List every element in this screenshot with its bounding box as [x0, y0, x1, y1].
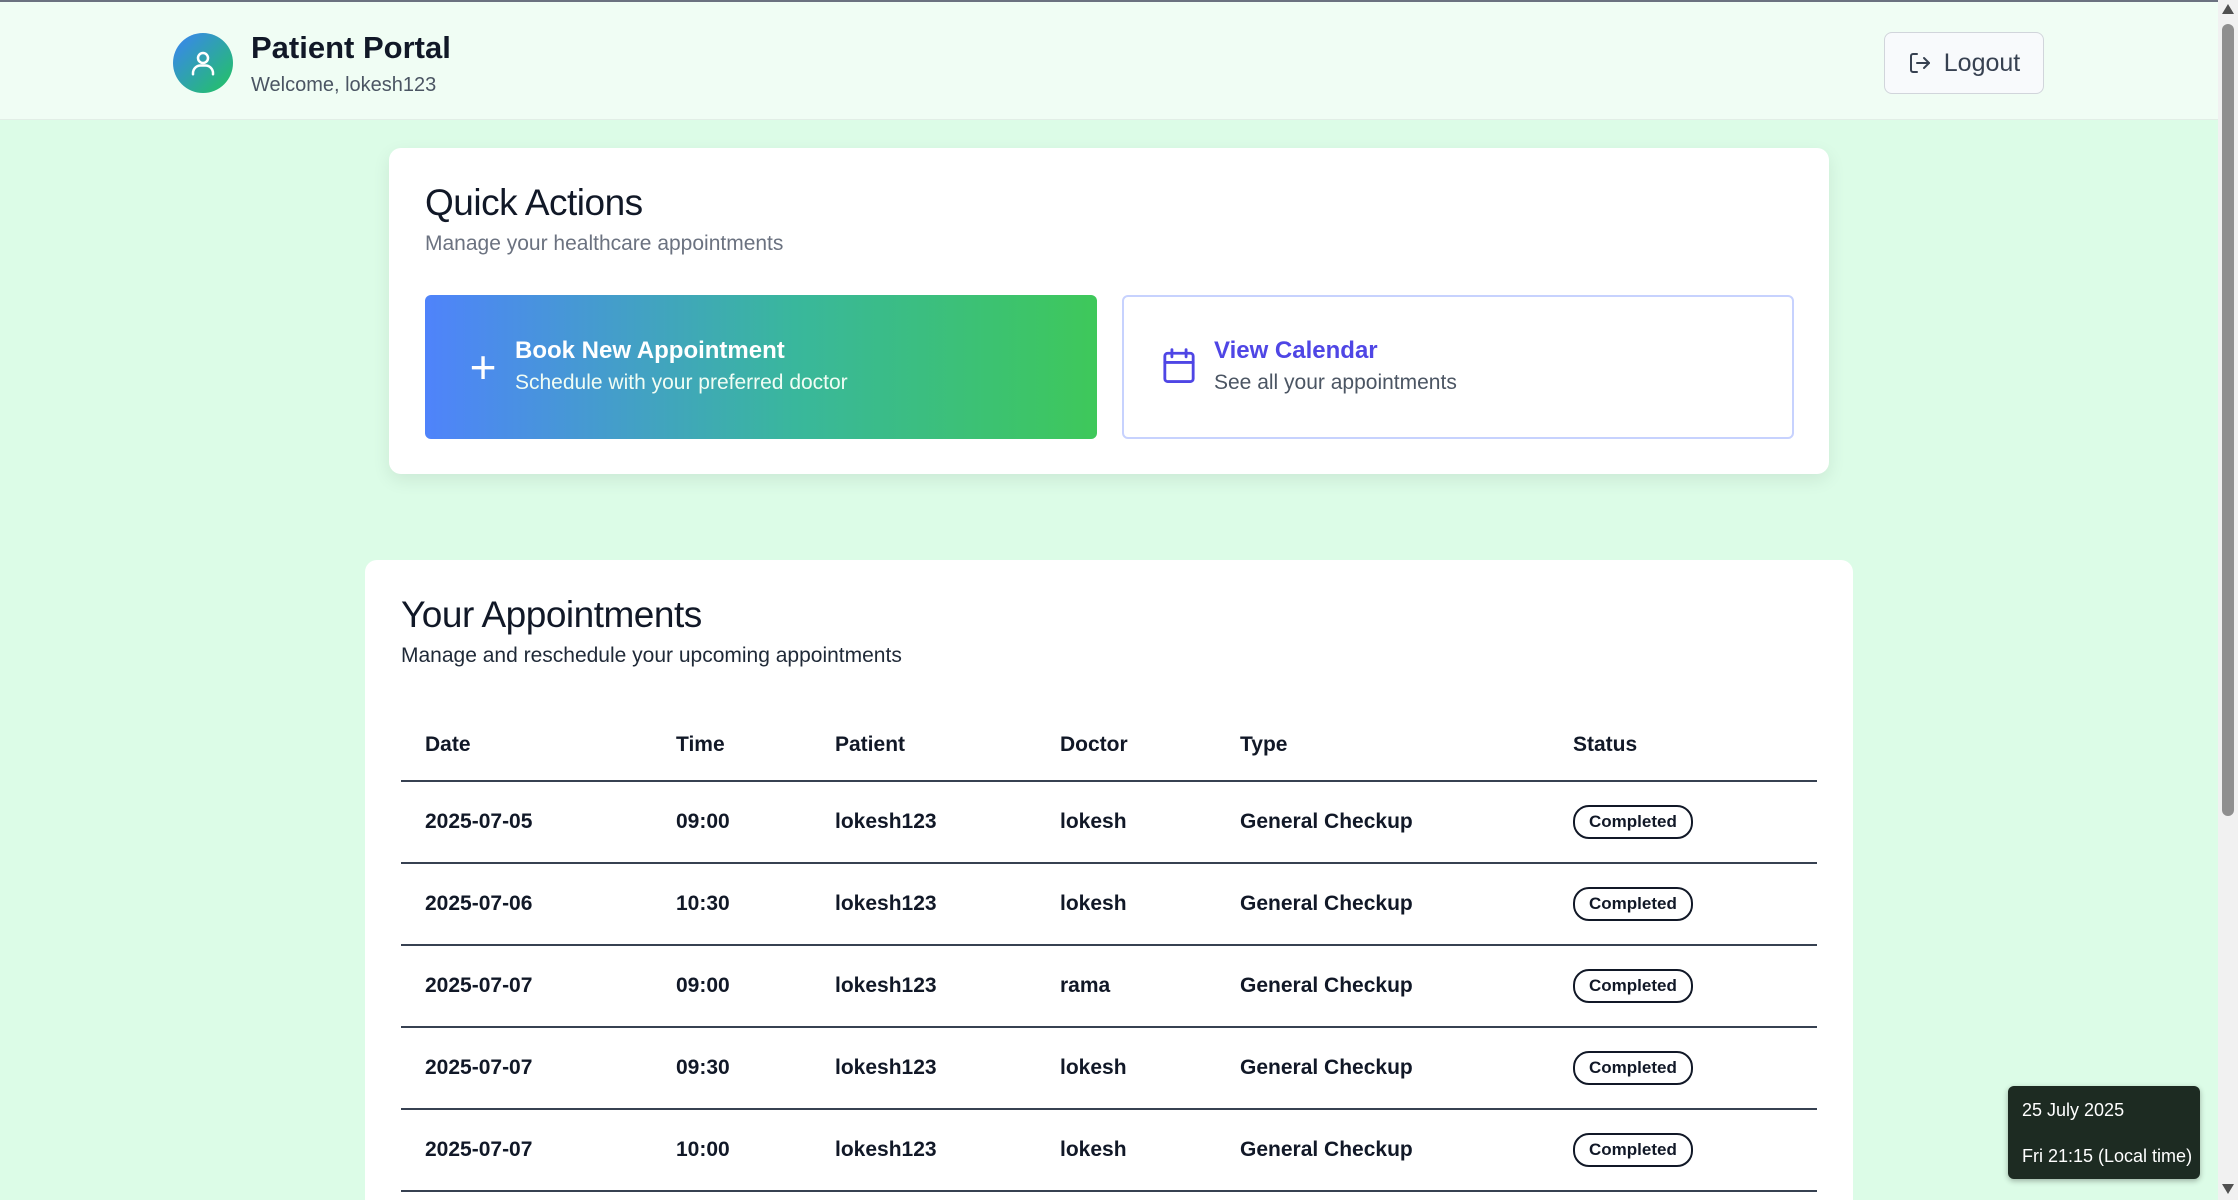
cell-status: Completed — [1549, 781, 1817, 864]
appointments-card: Your Appointments Manage and reschedule … — [365, 560, 1853, 1200]
cell-time: 10:00 — [652, 1109, 811, 1192]
cell-patient: lokesh123 — [811, 945, 1036, 1028]
cell-status: Completed — [1549, 863, 1817, 946]
cell-type: General Checkup — [1216, 863, 1549, 946]
cell-date: 2025-07-07 — [401, 945, 652, 1028]
app-header: Patient Portal Welcome, lokesh123 Logout — [0, 0, 2218, 120]
view-calendar-button[interactable]: View Calendar See all your appointments — [1122, 295, 1794, 439]
user-icon — [191, 51, 215, 76]
book-appointment-title: Book New Appointment — [515, 337, 785, 364]
calendar-icon — [1163, 348, 1195, 383]
appointments-subtitle: Manage and reschedule your upcoming appo… — [401, 644, 902, 667]
quick-actions-title: Quick Actions — [425, 182, 643, 223]
table-row: 2025-07-07 09:30 lokesh123 lokesh Genera… — [401, 1027, 1817, 1110]
view-calendar-subtitle: See all your appointments — [1214, 371, 1457, 394]
scroll-up-arrow-icon[interactable] — [2222, 4, 2234, 14]
cell-type: General Checkup — [1216, 781, 1549, 864]
column-header-patient: Patient — [811, 710, 1036, 782]
cell-doctor: lokesh — [1036, 863, 1216, 946]
clock-date: 25 July 2025 — [2022, 1100, 2125, 1120]
cell-status: Completed — [1549, 945, 1817, 1028]
cell-patient: lokesh123 — [811, 1027, 1036, 1110]
cell-doctor: lokesh — [1036, 1027, 1216, 1110]
scrollbar-thumb[interactable] — [2222, 24, 2234, 816]
cell-status: Completed — [1549, 1109, 1817, 1192]
scroll-down-arrow-icon[interactable] — [2222, 1184, 2234, 1194]
table-row: 2025-07-06 10:30 lokesh123 lokesh Genera… — [401, 863, 1817, 946]
user-avatar — [173, 33, 233, 93]
cell-patient: lokesh123 — [811, 781, 1036, 864]
cell-date: 2025-07-07 — [401, 1027, 652, 1110]
view-calendar-title: View Calendar — [1214, 337, 1378, 364]
table-row: 2025-07-07 10:00 lokesh123 lokesh Genera… — [401, 1109, 1817, 1192]
quick-actions-subtitle: Manage your healthcare appointments — [425, 232, 784, 255]
appointments-table: Date Time Patient Doctor Type Status 202… — [401, 710, 1817, 1192]
cell-time: 09:30 — [652, 1027, 811, 1110]
appointments-title: Your Appointments — [401, 594, 702, 635]
cell-date: 2025-07-07 — [401, 1109, 652, 1192]
clock-tooltip: 25 July 2025 Fri 21:15 (Local time) — [2008, 1086, 2200, 1179]
cell-patient: lokesh123 — [811, 863, 1036, 946]
quick-actions-card: Quick Actions Manage your healthcare app… — [389, 148, 1829, 474]
book-appointment-subtitle: Schedule with your preferred doctor — [515, 371, 848, 394]
status-badge: Completed — [1573, 1051, 1693, 1085]
column-header-time: Time — [652, 710, 811, 782]
cell-type: General Checkup — [1216, 1109, 1549, 1192]
page-scrollbar[interactable] — [2218, 0, 2238, 1200]
column-header-date: Date — [401, 710, 652, 782]
cell-status: Completed — [1549, 1027, 1817, 1110]
cell-doctor: lokesh — [1036, 781, 1216, 864]
cell-time: 09:00 — [652, 781, 811, 864]
table-row: 2025-07-05 09:00 lokesh123 lokesh Genera… — [401, 781, 1817, 864]
page-title: Patient Portal — [251, 30, 451, 65]
cell-time: 09:00 — [652, 945, 811, 1028]
cell-date: 2025-07-06 — [401, 863, 652, 946]
cell-doctor: rama — [1036, 945, 1216, 1028]
cell-type: General Checkup — [1216, 945, 1549, 1028]
status-badge: Completed — [1573, 1133, 1693, 1167]
column-header-status: Status — [1549, 710, 1817, 782]
logout-button[interactable]: Logout — [1884, 32, 2044, 94]
cell-doctor: lokesh — [1036, 1109, 1216, 1192]
cell-patient: lokesh123 — [811, 1109, 1036, 1192]
cell-time: 10:30 — [652, 863, 811, 946]
plus-icon: + — [469, 341, 497, 393]
book-appointment-button[interactable]: + Book New Appointment Schedule with you… — [425, 295, 1097, 439]
table-header-row: Date Time Patient Doctor Type Status — [401, 710, 1817, 782]
logout-label: Logout — [1943, 48, 2021, 77]
logout-icon — [1909, 53, 1930, 73]
clock-time: Fri 21:15 (Local time) — [2022, 1146, 2193, 1166]
status-badge: Completed — [1573, 887, 1693, 921]
status-badge: Completed — [1573, 969, 1693, 1003]
cell-date: 2025-07-05 — [401, 781, 652, 864]
cell-type: General Checkup — [1216, 1027, 1549, 1110]
column-header-type: Type — [1216, 710, 1549, 782]
welcome-message: Welcome, lokesh123 — [251, 74, 437, 96]
status-badge: Completed — [1573, 805, 1693, 839]
table-row: 2025-07-07 09:00 lokesh123 rama General … — [401, 945, 1817, 1028]
column-header-doctor: Doctor — [1036, 710, 1216, 782]
